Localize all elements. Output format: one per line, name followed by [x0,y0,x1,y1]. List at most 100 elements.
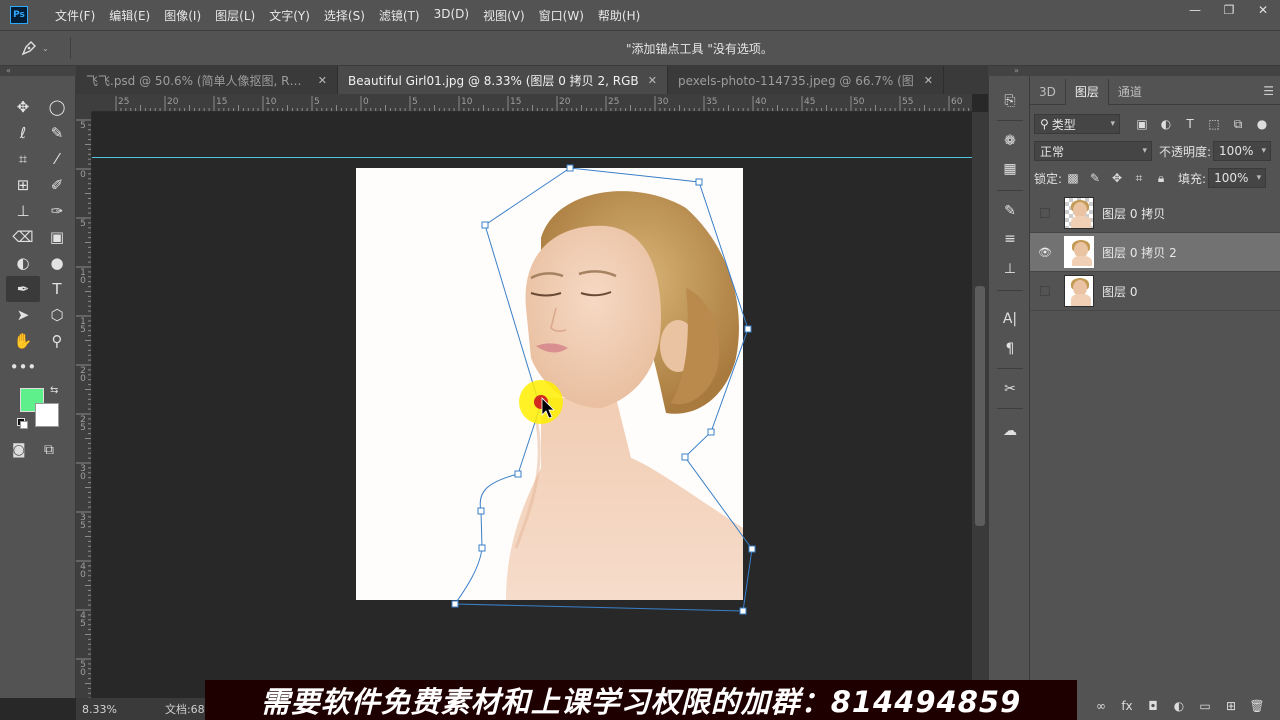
menu-window[interactable]: 窗口(W) [532,7,591,24]
toolbar-collapse-strip[interactable]: « [0,66,76,76]
link-icon[interactable]: ∞ [1088,699,1114,713]
tab-pexels-photo[interactable]: pexels-photo-114735.jpeg @ 66.7% (图层 ...… [668,66,944,94]
folder-icon[interactable]: ▭ [1192,699,1218,713]
libraries-icon[interactable]: ☁ [999,420,1021,442]
scrollbar-thumb[interactable] [975,286,985,526]
smart-object-filter-icon[interactable]: ⧉ [1226,117,1250,132]
more-tools-icon[interactable]: ••• [6,354,40,380]
close-icon[interactable]: ✕ [318,74,327,87]
document-info[interactable]: 文档:68. [165,701,208,717]
lock-transparency-icon[interactable]: ▩ [1062,171,1084,185]
restore-button[interactable]: ❐ [1212,0,1246,20]
ellipse-marquee-icon[interactable]: ◯ [40,94,74,120]
close-button[interactable]: ✕ [1246,0,1280,20]
default-colors-icon[interactable] [17,418,28,429]
layer-row[interactable]: 图层 0 拷贝 [1030,194,1280,233]
adjustment-filter-icon[interactable]: ◐ [1154,117,1178,131]
move-tool-icon[interactable]: ✥ [6,94,40,120]
character-panel-icon[interactable]: A| [999,308,1021,330]
lock-all-icon[interactable]: 🔒︎ [1150,171,1172,186]
color-panel-icon[interactable]: ❁ [999,130,1021,152]
swatches-panel-icon[interactable]: ▦ [999,158,1021,180]
gradient-icon[interactable]: ▣ [40,224,74,250]
brush-tool-icon[interactable]: ✐ [40,172,74,198]
quick-mask-icon[interactable]: ◙ [12,442,26,458]
menu-file[interactable]: 文件(F) [48,7,102,24]
history-panel-icon[interactable]: ⎘ [999,90,1021,112]
menu-select[interactable]: 选择(S) [317,7,372,24]
adjustments-panel-icon[interactable]: ≡ [999,228,1021,250]
fill-input[interactable]: 100% ▾ [1208,168,1267,188]
filter-toggle-icon[interactable]: ● [1250,117,1274,131]
tool-preset-picker[interactable]: ⌄ [20,39,64,57]
lock-pixels-icon[interactable]: ✎ [1084,171,1106,185]
panel-menu-icon[interactable]: ☰ [1263,84,1274,98]
tab-3d[interactable]: 3D [1030,79,1065,105]
canvas-area[interactable] [92,112,972,698]
blend-mode-select[interactable]: 正常 ▾ [1034,141,1152,161]
lock-artboard-icon[interactable]: ⌗ [1128,171,1150,186]
menu-edit[interactable]: 编辑(E) [102,7,157,24]
close-icon[interactable]: ✕ [924,74,933,87]
zoom-level[interactable]: 8.33% [82,703,117,716]
quick-select-icon[interactable]: ✎ [40,120,74,146]
clone-stamp-icon[interactable]: ⊥ [6,198,40,224]
vertical-ruler[interactable]: 5 0 5 1 0 1 5 2 0 2 5 3 0 3 5 4 0 4 5 5 0 [76,112,92,698]
opacity-input[interactable]: 100% ▾ [1213,141,1272,161]
menu-3d[interactable]: 3D(D) [427,7,476,24]
layer-name[interactable]: 图层 0 [1102,283,1137,300]
vertical-scrollbar[interactable] [972,112,988,698]
paragraph-panel-icon[interactable]: ¶ [999,338,1021,360]
fx-icon[interactable]: fx [1114,699,1140,713]
trash-icon[interactable]: 🗑︎ [1244,699,1270,713]
layer-row[interactable]: 图层 0 [1030,272,1280,311]
horizontal-ruler[interactable]: 25 20 15 10 5 0 5 10 15 20 25 30 35 40 45 50 55 60 [92,94,972,112]
image-filter-icon[interactable]: ▣ [1130,117,1154,131]
screen-mode-icon[interactable]: ⧉ [44,442,54,458]
close-icon[interactable]: ✕ [648,74,657,87]
tab-layers[interactable]: 图层 [1064,79,1109,105]
adjustment-icon[interactable]: ◐ [1166,699,1192,713]
mask-icon[interactable]: ◘ [1140,699,1166,713]
panel-collapse-strip[interactable]: » [988,66,1280,76]
dodge-tool-icon[interactable]: ● [40,250,74,276]
type-tool-icon[interactable]: T [40,276,74,302]
minimize-button[interactable]: — [1178,0,1212,20]
shape-filter-icon[interactable]: ⬚ [1202,117,1226,131]
menu-help[interactable]: 帮助(H) [591,7,647,24]
visibility-toggle[interactable] [1040,208,1050,218]
zoom-tool-icon[interactable]: ⚲ [40,328,74,354]
blur-tool-icon[interactable]: ◐ [6,250,40,276]
pen-path-overlay[interactable] [92,112,972,698]
menu-filter[interactable]: 滤镜(T) [372,7,427,24]
brush-panel-icon[interactable]: ✎ [999,200,1021,222]
hand-tool-icon[interactable]: ✋ [6,328,40,354]
menu-view[interactable]: 视图(V) [476,7,532,24]
eye-icon[interactable]: 👁︎ [1030,246,1060,259]
type-filter-icon[interactable]: T [1178,117,1202,131]
lasso-tool-icon[interactable]: ℓ [6,120,40,146]
layer-name[interactable]: 图层 0 拷贝 2 [1102,244,1177,261]
healing-brush-icon[interactable]: ⊞ [6,172,40,198]
tab-feifei-psd[interactable]: 飞飞.psd @ 50.6% (简单人像抠图, RGB/... ✕ [76,66,338,94]
pen-tool-icon[interactable]: ✒ [6,276,40,302]
background-color-swatch[interactable] [35,403,59,427]
tab-channels[interactable]: 通道 [1109,79,1151,105]
menu-layer[interactable]: 图层(L) [208,7,262,24]
visibility-toggle[interactable] [1040,286,1050,296]
eraser-icon[interactable]: ⌫ [6,224,40,250]
path-select-icon[interactable]: ➤ [6,302,40,328]
tool-presets-icon[interactable]: ✂ [999,378,1021,400]
crop-tool-icon[interactable]: ⌗ [6,146,40,172]
history-brush-icon[interactable]: ✑ [40,198,74,224]
menu-type[interactable]: 文字(Y) [262,7,317,24]
menu-image[interactable]: 图像(I) [157,7,208,24]
filter-kind-select[interactable]: ⚲ 类型 ▾ [1034,114,1120,134]
new-layer-icon[interactable]: ⊞ [1218,699,1244,713]
layer-row[interactable]: 👁︎ 图层 0 拷贝 2 [1030,233,1280,272]
clone-source-icon[interactable]: ⊥ [999,258,1021,280]
swap-colors-icon[interactable]: ⇆ [50,385,58,396]
eyedropper-icon[interactable]: ⁄ [40,146,74,172]
lock-position-icon[interactable]: ✥ [1106,171,1128,185]
tab-beautiful-girl[interactable]: Beautiful Girl01.jpg @ 8.33% (图层 0 拷贝 2,… [338,66,668,94]
